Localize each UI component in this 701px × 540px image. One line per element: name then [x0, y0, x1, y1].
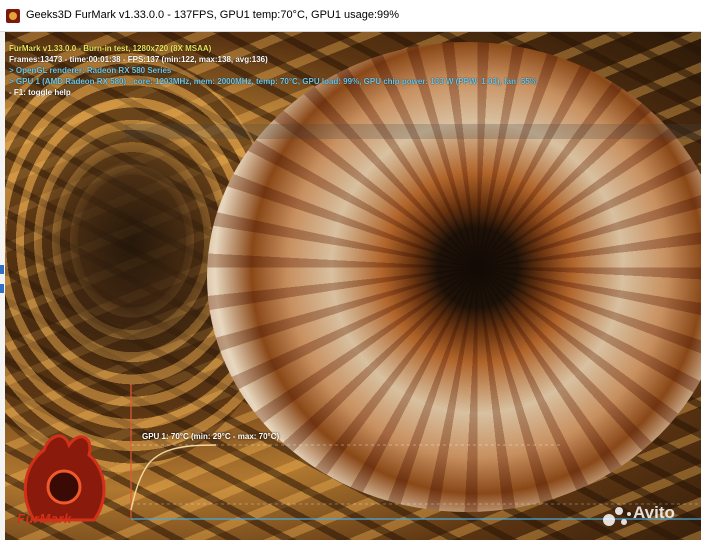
furmark-app-icon[interactable]	[6, 9, 20, 23]
temperature-graph-label: GPU 1: 70°C (min: 29°C - max: 70°C)	[142, 432, 280, 441]
temperature-graph	[130, 384, 701, 520]
furmark-logo-text: FurMark	[17, 511, 72, 526]
temperature-curve	[130, 444, 217, 511]
render-viewport[interactable]: FurMark v1.33.0.0 - Burn-in test, 1280x7…	[5, 32, 701, 540]
overlay-title-line: FurMark v1.33.0.0 - Burn-in test, 1280x7…	[9, 44, 212, 53]
overlay-band	[125, 124, 701, 139]
overlay-gpu-line: > GPU 1 (AMD Radeon RX 580) - core: 1203…	[9, 77, 537, 86]
overlay-frames-line: Frames:13473 - time:00:01:38 - FPS:137 (…	[9, 55, 268, 64]
overlay-help-line: - F1: toggle help	[9, 88, 71, 97]
overlay-renderer-line: > OpenGL renderer: Radeon RX 580 Series	[9, 66, 172, 75]
avito-watermark-text: Avito	[633, 503, 675, 522]
window-titlebar[interactable]: Geeks3D FurMark v1.33.0.0 - 137FPS, GPU1…	[0, 0, 701, 32]
window-title: Geeks3D FurMark v1.33.0.0 - 137FPS, GPU1…	[26, 9, 400, 21]
